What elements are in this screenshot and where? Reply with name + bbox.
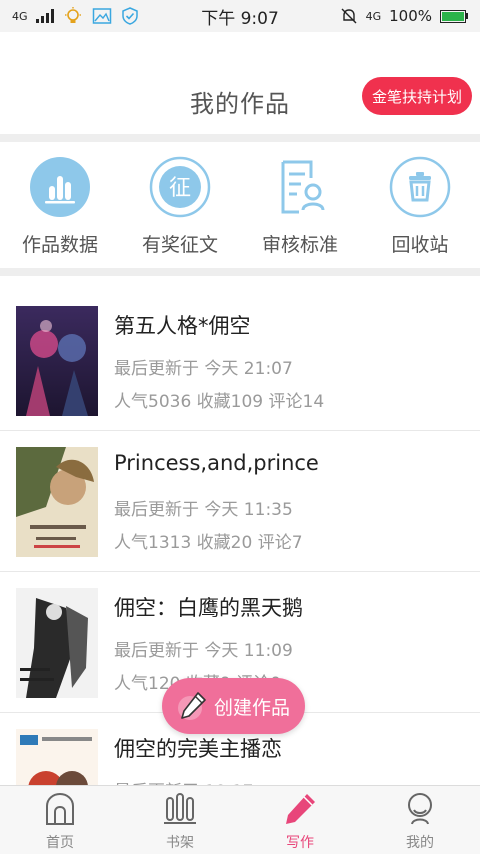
- work-item[interactable]: Princess,and,prince 最后更新于 今天 11:35 人气131…: [0, 431, 480, 572]
- work-cover: [16, 447, 98, 557]
- bottom-tab-bar: 首页 书架 写作 我的: [0, 785, 480, 854]
- tab-bookshelf[interactable]: 书架: [120, 786, 240, 854]
- action-label: 审核标准: [261, 234, 338, 256]
- action-work-data[interactable]: 作品数据: [0, 150, 120, 268]
- work-updated: 最后更新于 今天 11:35: [114, 500, 293, 520]
- contest-icon: 征: [149, 156, 211, 218]
- work-title: 佣空的完美主播恋: [114, 737, 282, 761]
- action-recycle-bin[interactable]: 回收站: [360, 150, 480, 268]
- quick-actions: 作品数据 征 有奖征文 审核标准 回收站: [0, 150, 480, 268]
- section-divider: [0, 134, 480, 142]
- work-cover: [16, 588, 98, 698]
- pen-icon: [283, 792, 317, 826]
- trash-icon: [389, 156, 451, 218]
- pencil-icon: [178, 692, 206, 720]
- work-stats: 人气1313 收藏20 评论7: [114, 533, 303, 553]
- review-standard-icon: [269, 156, 331, 218]
- tab-label: 首页: [46, 835, 74, 851]
- status-left: 4G: [12, 6, 140, 26]
- tab-home[interactable]: 首页: [0, 786, 120, 854]
- golden-pen-plan-button[interactable]: 金笔扶持计划: [361, 77, 472, 115]
- work-title: 佣空：白鹰的黑天鹅: [114, 596, 303, 620]
- tab-label: 我的: [406, 835, 434, 851]
- action-review-standard[interactable]: 审核标准: [240, 150, 360, 268]
- work-updated: 最后更新于 今天 11:09: [114, 641, 293, 661]
- work-item[interactable]: 第五人格*佣空 最后更新于 今天 21:07 人气5036 收藏109 评论14: [0, 290, 480, 431]
- create-work-button[interactable]: 创建作品: [162, 678, 305, 734]
- lightbulb-icon: [64, 7, 81, 23]
- network-label: 4G: [12, 9, 28, 23]
- tab-profile[interactable]: 我的: [360, 786, 480, 854]
- signal-icon: [35, 9, 54, 23]
- work-stats: 人气5036 收藏109 评论14: [114, 392, 325, 412]
- works-list: 第五人格*佣空 最后更新于 今天 21:07 人气5036 收藏109 评论14…: [0, 290, 480, 854]
- work-title: 第五人格*佣空: [114, 314, 251, 338]
- tab-label: 写作: [286, 835, 314, 851]
- tab-write[interactable]: 写作: [240, 786, 360, 854]
- status-right: 4G 100%: [340, 7, 468, 25]
- status-bar: 4G 下午 9:07 4G 100%: [0, 0, 480, 32]
- work-updated: 最后更新于 今天 21:07: [114, 359, 293, 379]
- contest-glyph: 征: [169, 176, 191, 201]
- action-label: 回收站: [391, 234, 449, 256]
- action-label: 作品数据: [21, 234, 98, 256]
- action-label: 有奖征文: [141, 234, 218, 256]
- battery-percent: 100%: [389, 7, 432, 25]
- create-work-label: 创建作品: [214, 696, 291, 719]
- network-label-right: 4G: [365, 9, 382, 23]
- home-icon: [43, 792, 77, 826]
- bookshelf-icon: [163, 792, 197, 826]
- work-cover: [16, 306, 98, 416]
- profile-icon: [403, 792, 437, 826]
- work-title: Princess,and,prince: [114, 451, 319, 475]
- bar-chart-icon: [29, 156, 91, 218]
- tab-label: 书架: [166, 835, 194, 851]
- mute-icon: [341, 8, 357, 24]
- action-contest[interactable]: 征 有奖征文: [120, 150, 240, 268]
- shield-check-icon: [121, 7, 138, 25]
- battery-icon: [440, 9, 468, 23]
- image-icon: [92, 8, 111, 24]
- section-divider: [0, 268, 480, 276]
